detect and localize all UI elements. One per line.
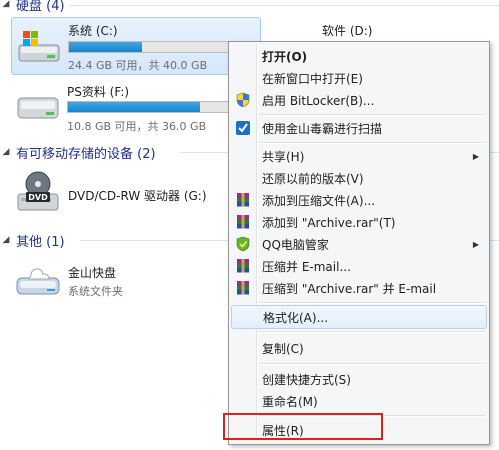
drive-f-usage-fill	[68, 102, 200, 112]
menu-item-label: 共享(H)	[262, 149, 305, 164]
drive-f-name: PS资料 (F:)	[67, 85, 130, 99]
collapse-icon[interactable]: ◢	[0, 0, 12, 9]
menu-item-label: 添加到压缩文件(A)...	[262, 193, 376, 208]
drive-f[interactable]: PS资料 (F:) 10.8 GB 可用，共 36.0 GB	[11, 80, 259, 136]
drive-c[interactable]: 系统 (C:) 24.4 GB 可用，共 40.0 GB	[11, 17, 261, 75]
winrar-icon	[237, 281, 249, 295]
menu-item-label: QQ电脑管家	[262, 237, 329, 252]
menu-item-restore[interactable]: 还原以前的版本(V)	[231, 167, 487, 189]
winrar-icon	[237, 259, 249, 273]
properties-highlight-box	[223, 413, 383, 440]
winrar-icon	[237, 215, 249, 229]
submenu-arrow-icon: ▶	[472, 239, 479, 249]
menu-item-open[interactable]: 打开(O)	[231, 45, 487, 67]
menu-item-add-archive[interactable]: 添加到压缩文件(A)...	[231, 189, 487, 211]
section-hard-disks-header[interactable]: ◢ 硬盘 (4)	[0, 0, 65, 14]
menu-item-qq-manager[interactable]: QQ电脑管家 ▶	[231, 233, 487, 255]
winrar-icon	[237, 193, 249, 207]
hard-drive-icon	[17, 97, 59, 119]
kuaipan-name: 金山快盘	[68, 266, 117, 280]
menu-item-label: 压缩并 E-mail...	[262, 259, 351, 274]
menu-separator	[259, 302, 485, 304]
dvd-badge: DVD	[28, 193, 48, 202]
menu-item-label: 压缩到 "Archive.rar" 并 E-mail	[262, 281, 437, 296]
menu-item-compress-rar-email[interactable]: 压缩到 "Archive.rar" 并 E-mail	[231, 277, 487, 299]
menu-item-create-shortcut[interactable]: 创建快捷方式(S)	[231, 368, 487, 390]
menu-item-copy[interactable]: 复制(C)	[231, 337, 487, 359]
menu-item-bitlocker[interactable]: 启用 BitLocker(B)...	[231, 89, 487, 111]
section-title: 其他 (1)	[16, 234, 65, 250]
cloud-drive-icon	[16, 268, 60, 295]
menu-item-label: 在新窗口中打开(E)	[262, 71, 363, 86]
drive-c-name: 系统 (C:)	[68, 24, 118, 38]
menu-item-scan[interactable]: 使用金山毒霸进行扫描	[231, 117, 487, 139]
drive-d-name: 软件 (D:)	[322, 24, 373, 38]
menu-item-compress-email[interactable]: 压缩并 E-mail...	[231, 255, 487, 277]
drive-c-space: 24.4 GB 可用，共 40.0 GB	[68, 59, 208, 72]
menu-item-label: 打开(O)	[262, 49, 308, 64]
antivirus-icon	[236, 121, 250, 135]
security-shield-icon	[236, 92, 250, 108]
menu-separator	[259, 142, 485, 144]
menu-item-label: 启用 BitLocker(B)...	[262, 93, 375, 108]
section-divider	[70, 5, 499, 6]
submenu-arrow-icon: ▶	[472, 151, 479, 161]
collapse-icon[interactable]: ◢	[0, 147, 12, 157]
menu-item-format[interactable]: 格式化(A)...	[231, 305, 487, 329]
drive-g-name: DVD/CD-RW 驱动器 (G:)	[68, 189, 207, 203]
system-drive-icon	[18, 31, 60, 62]
menu-separator	[259, 363, 485, 365]
drive-c-usage-fill	[69, 42, 143, 52]
kuaipan-folder[interactable]: 金山快盘 系统文件夹	[11, 258, 226, 304]
menu-item-label: 创建快捷方式(S)	[262, 372, 351, 387]
menu-item-label: 还原以前的版本(V)	[262, 171, 364, 186]
section-title: 有可移动存储的设备 (2)	[16, 146, 156, 162]
menu-separator	[259, 114, 485, 116]
qq-shield-icon	[236, 236, 250, 252]
context-menu: 打开(O) 在新窗口中打开(E) 启用 BitLocker(B)... 使用金山…	[228, 41, 490, 445]
menu-item-label: 重命名(M)	[262, 394, 318, 409]
menu-item-share[interactable]: 共享(H) ▶	[231, 145, 487, 167]
menu-item-open-new-window[interactable]: 在新窗口中打开(E)	[231, 67, 487, 89]
section-other-header[interactable]: ◢ 其他 (1)	[0, 231, 65, 250]
menu-item-label: 使用金山毒霸进行扫描	[262, 121, 383, 136]
menu-item-label: 添加到 "Archive.rar"(T)	[262, 215, 396, 230]
kuaipan-type: 系统文件夹	[68, 285, 123, 298]
section-title: 硬盘 (4)	[16, 0, 65, 14]
collapse-icon[interactable]: ◢	[0, 235, 12, 245]
menu-item-label: 格式化(A)...	[263, 310, 329, 325]
drive-f-space: 10.8 GB 可用，共 36.0 GB	[67, 120, 207, 133]
menu-separator	[259, 331, 485, 333]
menu-item-label: 复制(C)	[262, 341, 304, 356]
menu-item-add-rar[interactable]: 添加到 "Archive.rar"(T)	[231, 211, 487, 233]
dvd-drive-icon: DVD	[17, 171, 59, 211]
drive-g[interactable]: DVD DVD/CD-RW 驱动器 (G:)	[11, 168, 226, 220]
section-removable-header[interactable]: ◢ 有可移动存储的设备 (2)	[0, 143, 156, 162]
menu-item-rename[interactable]: 重命名(M)	[231, 390, 487, 412]
